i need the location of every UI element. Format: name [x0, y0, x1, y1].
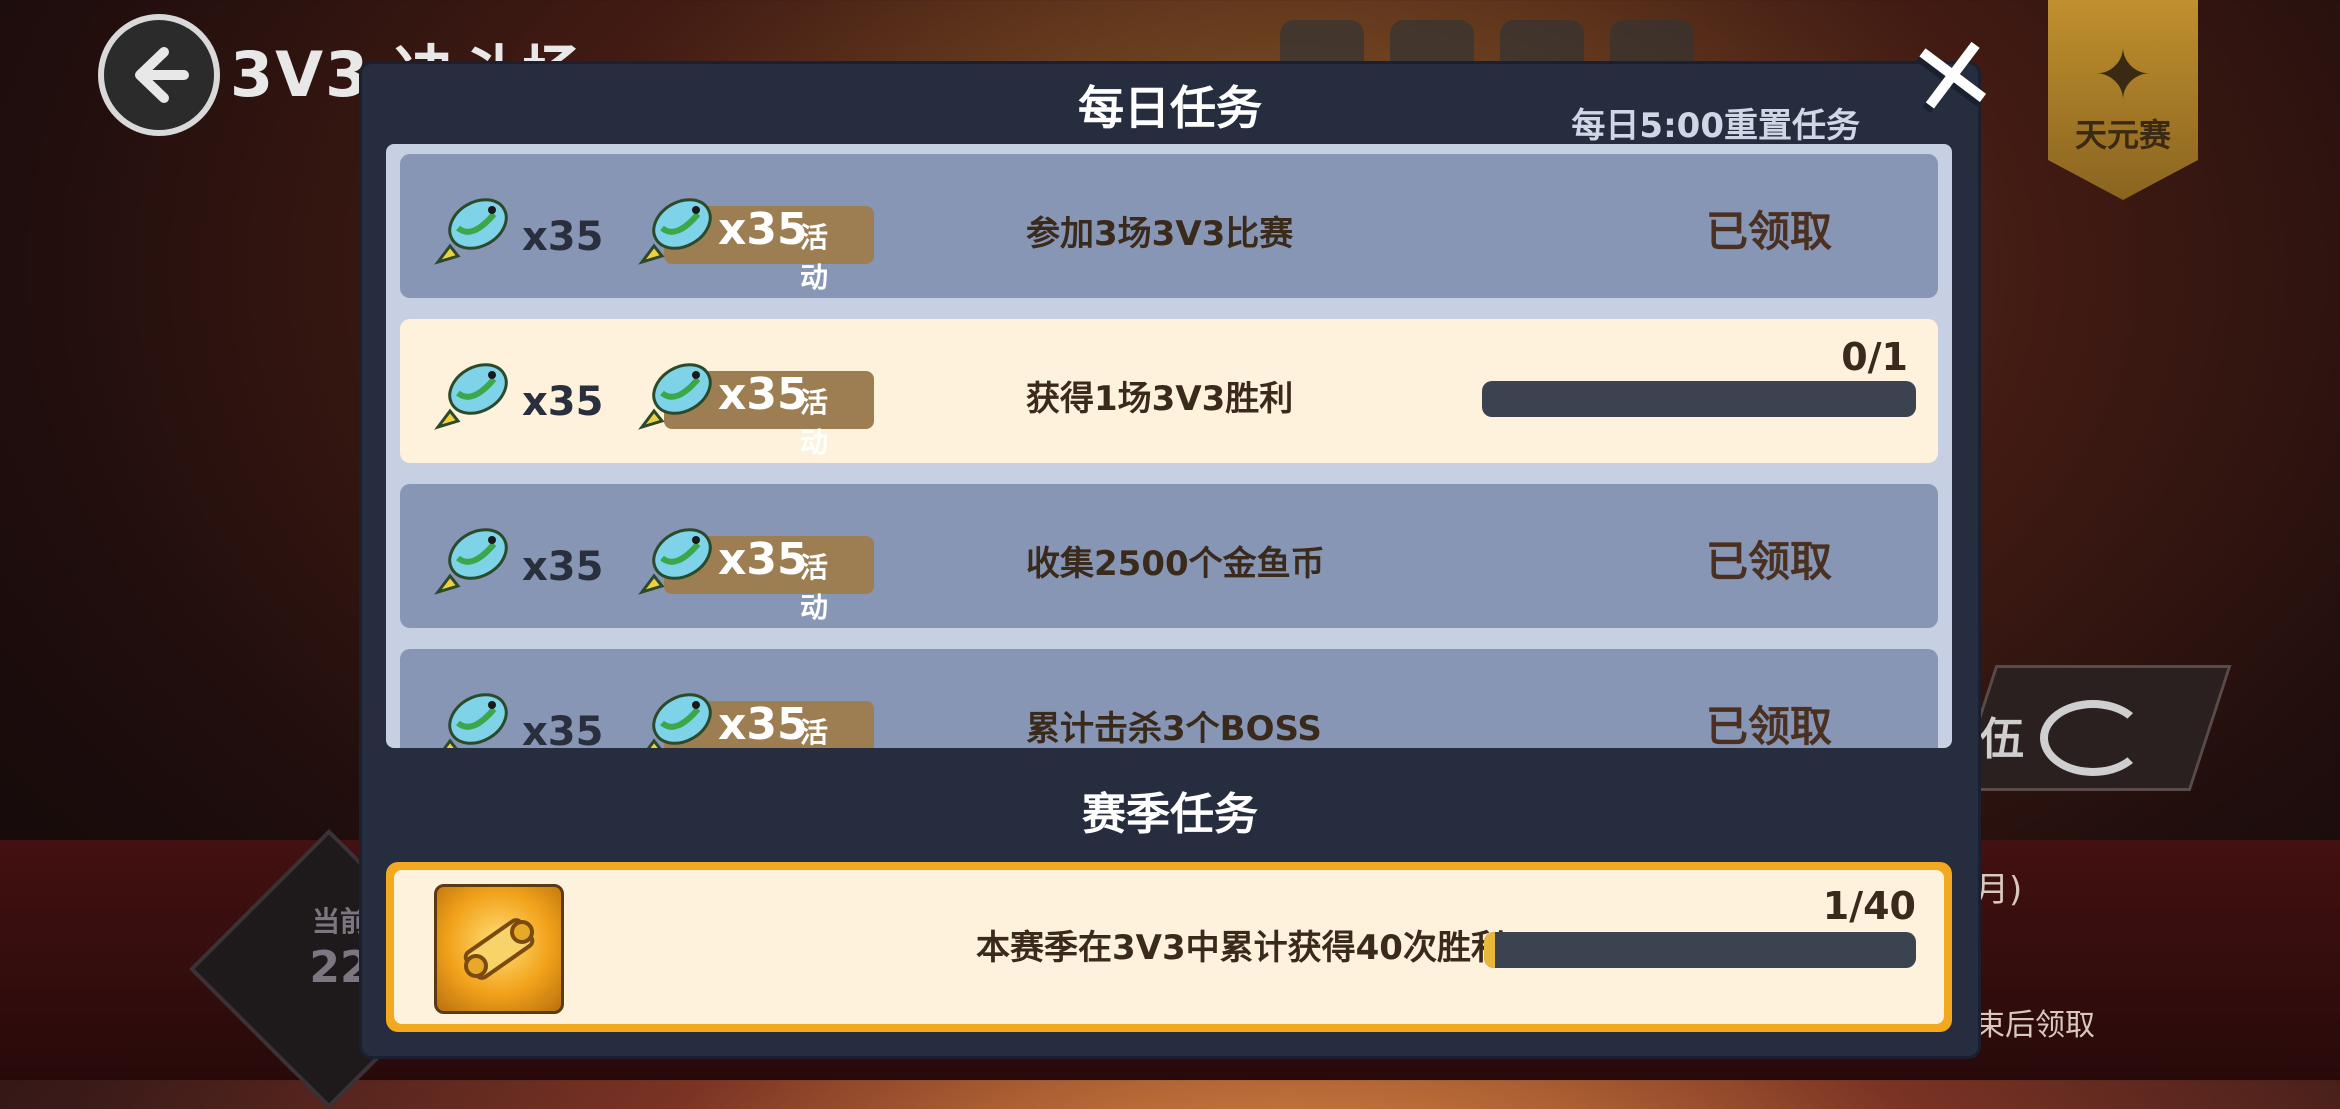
task-row[interactable]: x35 x35 活动 参加3场3V3比赛 已领取 [400, 154, 1938, 298]
season-task-desc: 本赛季在3V3中累计获得40次胜利 [976, 928, 1505, 968]
scroll-glyph-icon [463, 918, 535, 980]
bonus-qty: x35 [718, 534, 808, 585]
task-desc: 累计击杀3个BOSS [1026, 709, 1322, 748]
close-x-icon: ✕ [1901, 10, 2005, 144]
reward-qty: x35 [522, 379, 604, 425]
event-tag: 活动 [800, 386, 829, 459]
reward-qty: x35 [522, 709, 604, 748]
side-text: 月) [1975, 870, 2023, 910]
side-text: 束后领取 [1975, 1008, 2095, 1043]
event-tag: 活动 [800, 221, 829, 294]
task-progress-text: 0/1 [1841, 335, 1908, 379]
task-progress-bar [1482, 381, 1916, 417]
season-task-inner: 本赛季在3V3中累计获得40次胜利 1/40 [394, 870, 1944, 1024]
reset-note: 每日5:00重置任务 [1571, 106, 1860, 146]
event-tag: 活动 [800, 551, 829, 624]
scroll-icon [434, 884, 564, 1014]
task-desc: 收集2500个金鱼币 [1026, 544, 1325, 584]
arrow-left-icon [135, 47, 189, 103]
claimed-status: 已领取 [1705, 207, 1832, 256]
task-desc: 获得1场3V3胜利 [1026, 379, 1294, 419]
back-button[interactable] [98, 14, 220, 136]
reward-qty: x35 [522, 544, 604, 590]
season-title: 赛季任务 [1082, 789, 1258, 840]
season-progress-text: 1/40 [1822, 884, 1916, 928]
task-row[interactable]: x35 x35 活动 获得1场3V3胜利 0/1 [400, 319, 1938, 463]
claimed-status: 已领取 [1705, 537, 1832, 586]
task-desc: 参加3场3V3比赛 [1026, 214, 1294, 254]
bonus-qty: x35 [718, 699, 808, 748]
shuriken-emblem-icon: ✦ [2093, 34, 2153, 116]
close-button[interactable]: ✕ [1901, 11, 2004, 144]
team-button-label: 伍 [1980, 714, 2024, 765]
bonus-qty: x35 [718, 369, 808, 420]
bonus-qty: x35 [718, 204, 808, 255]
task-row[interactable]: x35 x35 活动 收集2500个金鱼币 已领取 [400, 484, 1938, 628]
season-progress-fill [1484, 932, 1495, 968]
season-progress-bar [1484, 932, 1916, 968]
daily-task-modal: 每日任务 每日5:00重置任务 x35 x35 活动 参加3场3V3比赛 已领取 x35 x… [362, 64, 1978, 1056]
claimed-status: 已领取 [1705, 702, 1832, 748]
refresh-icon [2040, 700, 2146, 776]
season-task-card: 本赛季在3V3中累计获得40次胜利 1/40 [386, 862, 1952, 1032]
tianyuan-button[interactable]: ✦ 天元赛 [2048, 0, 2198, 200]
tianyuan-label: 天元赛 [2074, 116, 2171, 154]
event-tag: 活动 [800, 716, 829, 748]
reward-qty: x35 [522, 214, 604, 260]
task-row[interactable]: x35x35活动累计击杀3个BOSS已领取 [400, 649, 1938, 748]
daily-task-list[interactable]: x35 x35 活动 参加3场3V3比赛 已领取 x35 x35 活动 获得1场3V3胜利 0/1… [386, 144, 1952, 748]
